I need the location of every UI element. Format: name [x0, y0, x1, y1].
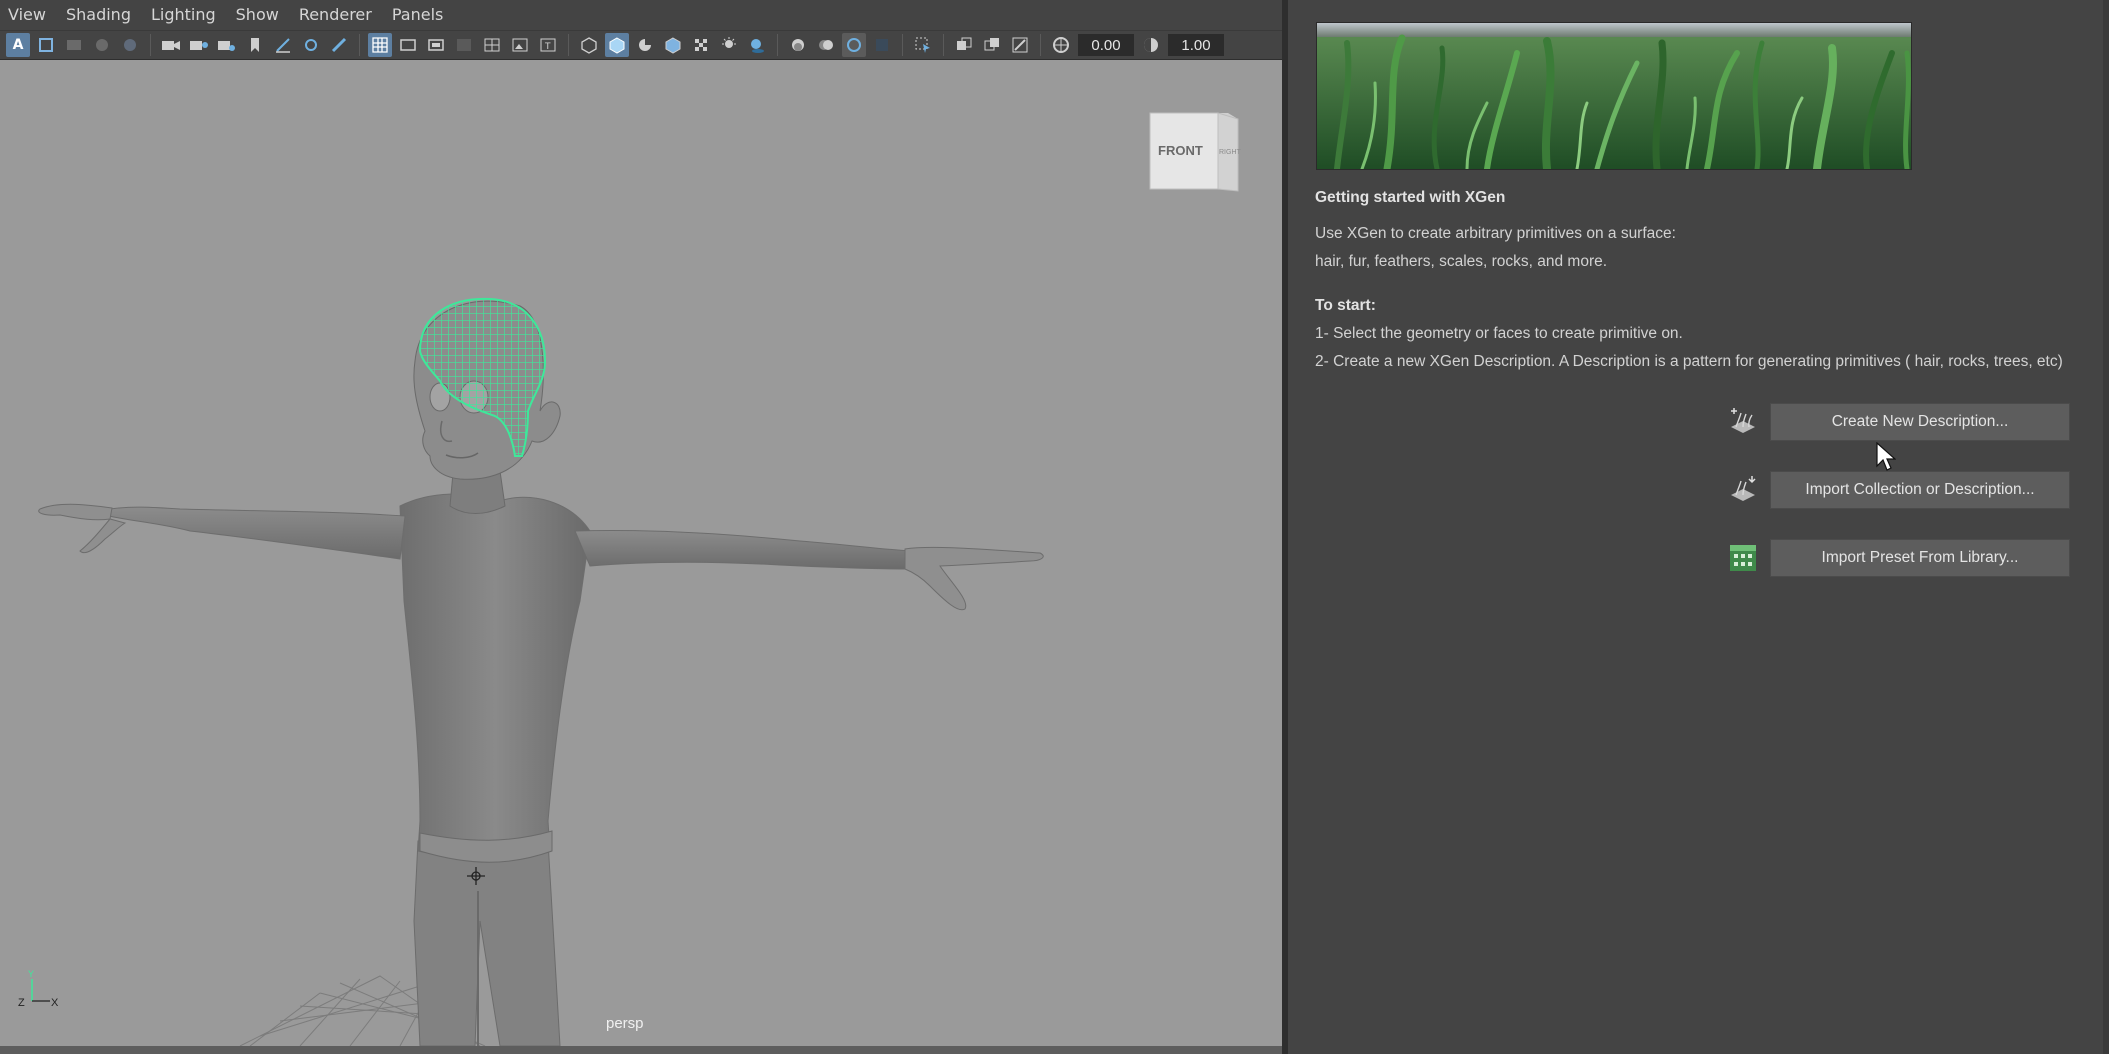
- wireframe-icon[interactable]: [577, 33, 601, 57]
- xray-active-components-icon[interactable]: [980, 33, 1004, 57]
- toolbar-divider: [1040, 34, 1041, 56]
- view-cube-right-label: RIGHT: [1219, 149, 1242, 156]
- default-material-icon[interactable]: [633, 33, 657, 57]
- menu-shading[interactable]: Shading: [58, 0, 143, 30]
- smooth-shade-icon[interactable]: [605, 33, 629, 57]
- exposure-icon[interactable]: [1049, 33, 1073, 57]
- character-right-hand: [904, 546, 1044, 611]
- image-plane-icon[interactable]: [62, 33, 86, 57]
- viewport-bottom-bar: [0, 1046, 1282, 1054]
- character-torso: [399, 493, 591, 859]
- menu-view[interactable]: View: [0, 0, 58, 30]
- gamma-field[interactable]: 1.00: [1168, 34, 1224, 56]
- grid-icon[interactable]: [368, 33, 392, 57]
- xgen-title: Getting started with XGen: [1315, 189, 1506, 206]
- import-preset-row: Import Preset From Library...: [1728, 539, 2074, 577]
- bookmark-camera-icon[interactable]: [215, 33, 239, 57]
- view-cube[interactable]: FRONT RIGHT: [1149, 112, 1242, 192]
- step-1-text: 1- Select the geometry or faces to creat…: [1315, 325, 1683, 342]
- safe-title-icon[interactable]: T: [536, 33, 560, 57]
- right-scroll-edge[interactable]: [2103, 0, 2109, 1054]
- xray-joints-icon[interactable]: [1008, 33, 1032, 57]
- step-2-text: 2- Create a new XGen Description. A Desc…: [1315, 353, 2063, 370]
- svg-text:T: T: [544, 42, 551, 52]
- character-legs: [413, 840, 561, 1046]
- create-new-description-button[interactable]: Create New Description...: [1770, 403, 2070, 441]
- to-start-heading: To start:: [1315, 297, 1376, 314]
- axis-z-label: Z: [18, 997, 25, 1009]
- xgen-intro-line-2: hair, fur, feathers, scales, rocks, and …: [1315, 253, 1608, 270]
- xgen-grass-banner: [1316, 22, 1912, 170]
- preset-library-icon: [1730, 545, 1756, 571]
- camera-icon[interactable]: [159, 33, 183, 57]
- toolbar-divider: [777, 34, 778, 56]
- snap-icon[interactable]: [299, 33, 323, 57]
- field-chart-icon[interactable]: [480, 33, 504, 57]
- xgen-panel: Getting started with XGen Use XGen to cr…: [1288, 0, 2103, 1054]
- import-collection-button[interactable]: Import Collection or Description...: [1770, 471, 2070, 509]
- axis-y-label: Y: [28, 969, 34, 979]
- create-description-icon: [1731, 408, 1755, 433]
- toolbar-divider: [902, 34, 903, 56]
- frame-icon[interactable]: [34, 33, 58, 57]
- bookmark-icon[interactable]: [243, 33, 267, 57]
- import-preset-button[interactable]: Import Preset From Library...: [1770, 539, 2070, 577]
- safe-action-icon[interactable]: [508, 33, 532, 57]
- character-right-arm: [574, 529, 913, 570]
- viewport-panel[interactable]: View Shading Lighting Show Renderer Pane…: [0, 0, 1282, 1054]
- paint-brush-icon[interactable]: [327, 33, 351, 57]
- resolution-gate-icon[interactable]: [118, 33, 142, 57]
- viewport-canvas[interactable]: FRONT RIGHT Y Z X: [0, 61, 1282, 1046]
- gamma-icon[interactable]: [1139, 33, 1163, 57]
- exposure-field[interactable]: 0.00: [1078, 34, 1134, 56]
- xgen-intro-line-1: Use XGen to create arbitrary primitives …: [1315, 225, 1676, 242]
- import-collection-icon: [1731, 476, 1756, 501]
- toolbar-divider: [943, 34, 944, 56]
- create-description-row: Create New Description...: [1728, 403, 2074, 441]
- character-left-arm: [103, 506, 406, 560]
- camera-name-label: persp: [606, 1015, 644, 1032]
- mouse-cursor-icon: [1876, 442, 1896, 471]
- resolution-gate-toggle-icon[interactable]: [424, 33, 448, 57]
- axis-gizmo: Y Z X: [18, 969, 59, 1009]
- toolbar-divider: [150, 34, 151, 56]
- xray-icon[interactable]: [952, 33, 976, 57]
- menu-show[interactable]: Show: [228, 0, 291, 30]
- gate-mask-icon[interactable]: [452, 33, 476, 57]
- wireframe-on-shaded-icon[interactable]: [661, 33, 685, 57]
- panel-menubar: View Shading Lighting Show Renderer Pane…: [0, 0, 1282, 30]
- menu-panels[interactable]: Panels: [384, 0, 456, 30]
- lights-icon[interactable]: [717, 33, 741, 57]
- depth-of-field-icon[interactable]: [870, 33, 894, 57]
- shadows-icon[interactable]: [745, 33, 769, 57]
- import-collection-row: Import Collection or Description...: [1728, 471, 2074, 509]
- film-gate-icon[interactable]: [90, 33, 114, 57]
- panel-toolbar: A T 0.00 1.00: [0, 30, 1282, 60]
- menu-renderer[interactable]: Renderer: [291, 0, 384, 30]
- select-camera-icon[interactable]: A: [6, 33, 30, 57]
- ambient-occlusion-icon[interactable]: [786, 33, 810, 57]
- grease-pencil-icon[interactable]: [271, 33, 295, 57]
- anti-aliasing-icon[interactable]: [842, 33, 866, 57]
- textured-icon[interactable]: [689, 33, 713, 57]
- motion-blur-icon[interactable]: [814, 33, 838, 57]
- menu-lighting[interactable]: Lighting: [143, 0, 228, 30]
- toolbar-divider: [359, 34, 360, 56]
- film-gate-toggle-icon[interactable]: [396, 33, 420, 57]
- toolbar-divider: [568, 34, 569, 56]
- axis-x-label: X: [51, 997, 59, 1009]
- view-cube-front-label: FRONT: [1158, 143, 1203, 158]
- camera-attributes-icon[interactable]: [187, 33, 211, 57]
- isolate-select-icon[interactable]: [911, 33, 935, 57]
